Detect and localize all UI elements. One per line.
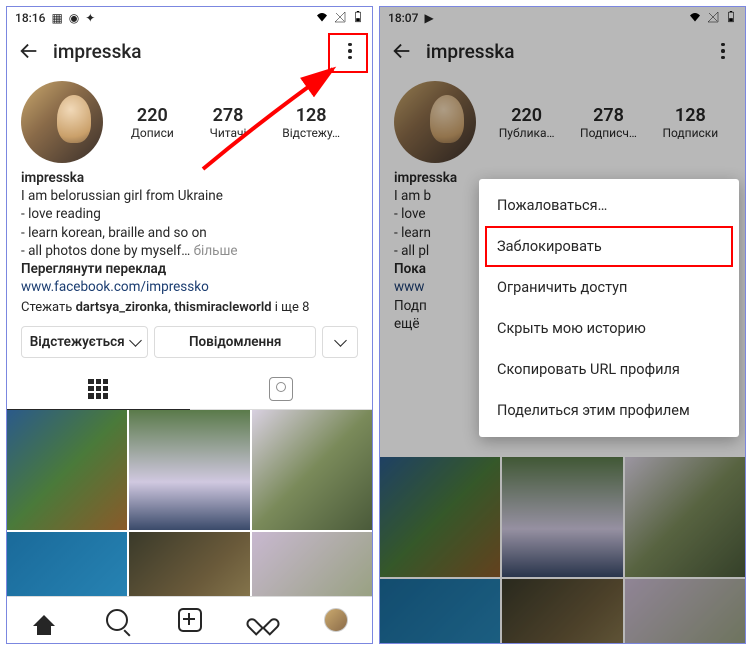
wifi-icon xyxy=(316,11,328,26)
header-username: impresska xyxy=(53,40,338,63)
tagged-icon xyxy=(269,377,293,401)
menu-hide-story[interactable]: Скрыть мою историю xyxy=(479,308,739,349)
chevron-down-icon xyxy=(334,334,347,347)
avatar[interactable] xyxy=(21,81,103,163)
tab-grid[interactable] xyxy=(7,368,190,410)
home-icon xyxy=(33,615,55,626)
menu-share[interactable]: Поделиться этим профилем xyxy=(479,390,739,431)
bio-line: - love reading xyxy=(21,205,358,223)
profile-header: impresska xyxy=(7,29,372,73)
nav-activity[interactable] xyxy=(226,597,299,643)
options-menu: Пожаловаться… Заблокировать Ограничить д… xyxy=(479,179,739,437)
phone-right: 18:07 ▶ impresska 220Публика… 278Подписч… xyxy=(379,6,746,644)
tab-tagged[interactable] xyxy=(190,368,373,410)
photo-thumbnail[interactable] xyxy=(129,410,249,530)
bio-line: - all photos done by myself… більше xyxy=(21,242,358,260)
highlight-box-options xyxy=(328,33,368,73)
stat-followers[interactable]: 278 Читачі xyxy=(210,105,247,140)
messenger-icon: ◉ xyxy=(69,11,79,25)
website-link[interactable]: www.facebook.com/impressko xyxy=(21,278,358,296)
bio: impresska I am belorussian girl from Ukr… xyxy=(7,163,372,316)
grid-icon xyxy=(88,379,108,399)
bottom-nav xyxy=(7,596,372,643)
translate-link[interactable]: Переглянути переклад xyxy=(21,260,358,278)
heart-icon xyxy=(253,611,273,629)
battery-icon xyxy=(352,11,364,26)
nav-add[interactable] xyxy=(153,597,226,643)
nav-search[interactable] xyxy=(80,597,153,643)
photo-thumbnail[interactable] xyxy=(252,410,372,530)
action-buttons: Відстежується Повідомлення xyxy=(7,316,372,368)
back-button[interactable] xyxy=(17,39,41,63)
menu-block[interactable]: Заблокировать xyxy=(485,226,733,267)
gallery-icon: ▦ xyxy=(51,11,62,25)
nav-profile[interactable] xyxy=(299,597,372,643)
status-time: 18:16 xyxy=(15,11,45,25)
phone-left: 18:16 ▦ ◉ ✦ impresska 220 xyxy=(6,6,373,644)
status-bar: 18:16 ▦ ◉ ✦ xyxy=(7,7,372,29)
stat-posts[interactable]: 220 Дописи xyxy=(131,105,174,140)
menu-restrict[interactable]: Ограничить доступ xyxy=(479,267,739,308)
bio-line: I am belorussian girl from Ukraine xyxy=(21,187,358,205)
profile-tabs xyxy=(7,368,372,410)
profile-stats-row: 220 Дописи 278 Читачі 128 Відстежу… xyxy=(7,73,372,163)
followed-by[interactable]: Стежать dartsya_zironka, thismiracleworl… xyxy=(21,299,358,317)
stat-following[interactable]: 128 Відстежу… xyxy=(282,105,340,140)
app-icon: ✦ xyxy=(85,11,95,25)
bio-line: - learn korean, braille and so on xyxy=(21,224,358,242)
chevron-down-icon xyxy=(129,334,142,347)
following-button[interactable]: Відстежується xyxy=(21,326,148,358)
search-icon xyxy=(106,609,128,631)
menu-copy-url[interactable]: Скопировать URL профиля xyxy=(479,349,739,390)
signal-icon xyxy=(334,11,346,26)
avatar-icon xyxy=(324,608,348,632)
photo-thumbnail[interactable] xyxy=(7,410,127,530)
message-button[interactable]: Повідомлення xyxy=(154,326,316,358)
add-icon xyxy=(178,608,202,632)
bio-username: impresska xyxy=(21,169,358,187)
suggested-button[interactable] xyxy=(322,326,358,358)
menu-report[interactable]: Пожаловаться… xyxy=(479,185,739,226)
nav-home[interactable] xyxy=(7,597,80,643)
